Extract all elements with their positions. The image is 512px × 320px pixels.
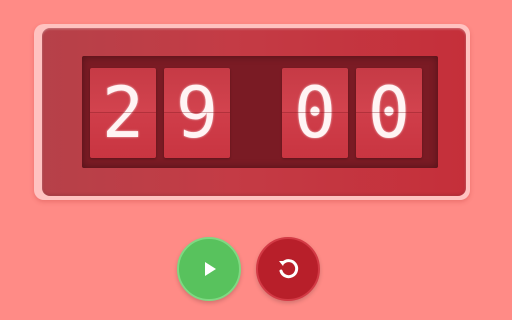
play-icon (205, 262, 216, 276)
minutes-tens-digit: 2 (90, 68, 156, 158)
reset-button[interactable] (256, 237, 320, 301)
reset-icon (279, 259, 299, 279)
seconds-tens-digit: 0 (282, 68, 348, 158)
minutes-ones-digit: 9 (164, 68, 230, 158)
seconds-ones-digit: 0 (356, 68, 422, 158)
timer-app: 2 9 0 0 (0, 0, 512, 320)
play-button[interactable] (177, 237, 241, 301)
